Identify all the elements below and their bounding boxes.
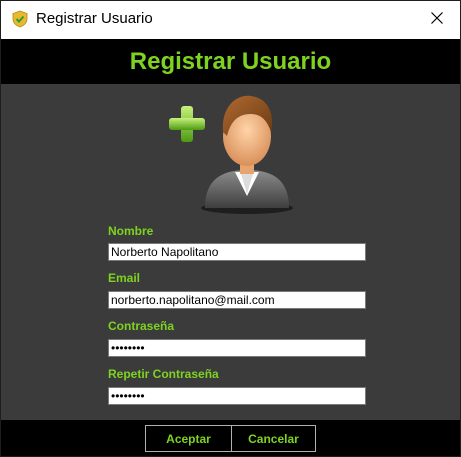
shield-check-icon [11, 10, 29, 28]
password-label: Contraseña [108, 319, 175, 333]
email-field[interactable] [108, 291, 366, 309]
button-bar: Aceptar Cancelar [1, 420, 460, 456]
page-title: Registrar Usuario [129, 48, 332, 75]
accept-button[interactable]: Aceptar [145, 425, 232, 452]
password-field[interactable] [108, 339, 366, 357]
email-label: Email [108, 271, 141, 285]
close-icon [431, 11, 443, 29]
repeat-password-label: Repetir Contraseña [108, 367, 219, 381]
register-user-window: Registrar Usuario Registrar Usuario Nomb… [0, 0, 461, 457]
cancel-button[interactable]: Cancelar [231, 425, 316, 452]
nombre-field[interactable] [108, 243, 366, 261]
form-panel: Nombre Email Contraseña Repetir Contrase… [1, 84, 460, 420]
nombre-label: Nombre [108, 224, 154, 238]
repeat-password-field[interactable] [108, 387, 366, 405]
add-user-icon [165, 84, 295, 214]
window-title: Registrar Usuario [36, 10, 153, 27]
close-button[interactable] [414, 1, 460, 39]
form-header: Registrar Usuario [1, 39, 460, 84]
title-bar: Registrar Usuario [1, 1, 460, 39]
